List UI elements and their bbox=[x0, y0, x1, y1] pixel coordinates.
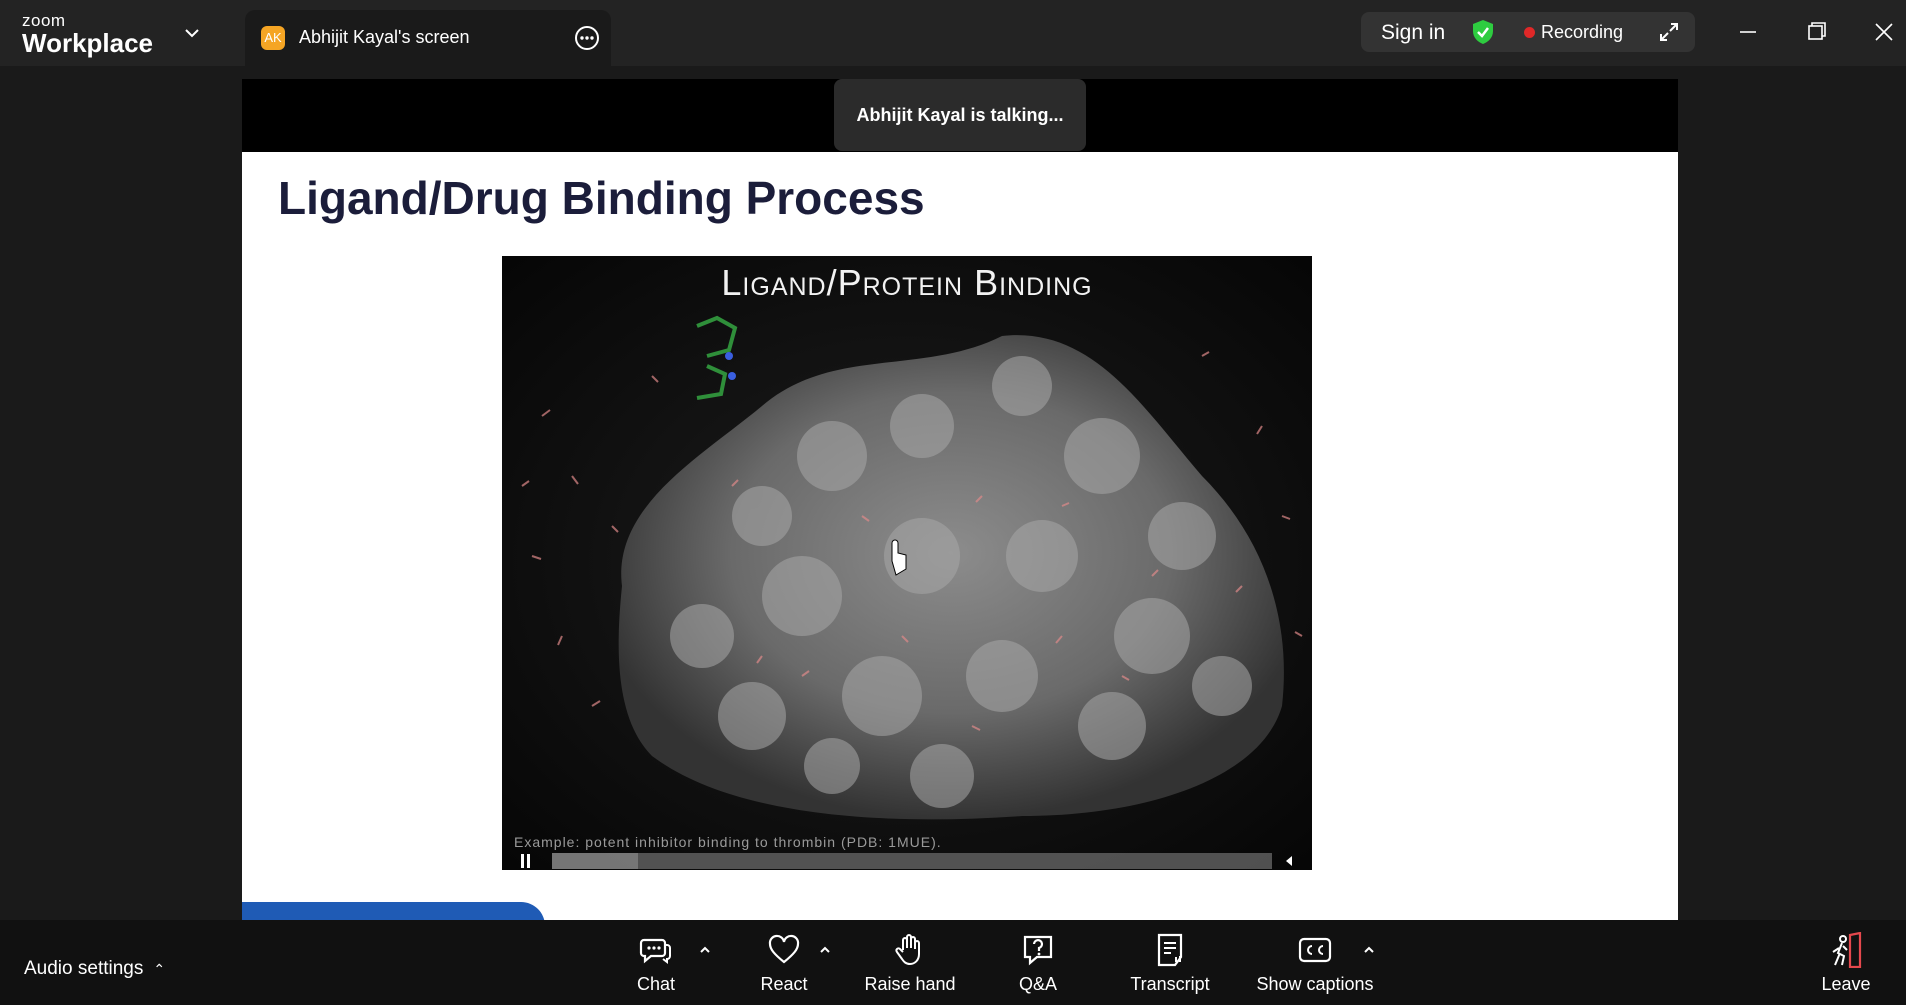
qa-label: Q&A bbox=[1018, 974, 1057, 994]
raise-hand-icon bbox=[895, 934, 920, 966]
minimize-icon[interactable] bbox=[1728, 14, 1768, 50]
encryption-shield-icon[interactable] bbox=[1469, 18, 1497, 46]
leave-icon bbox=[1832, 932, 1862, 968]
recording-indicator[interactable]: Recording bbox=[1541, 22, 1623, 43]
raise-hand-button[interactable]: Raise hand bbox=[860, 932, 960, 1002]
slide-title: Ligand/Drug Binding Process bbox=[278, 172, 925, 224]
meeting-toolbar: Audio settings ⌃ Chat React Raise hand Q&… bbox=[0, 920, 1906, 1005]
zoom-logo: zoom Workplace bbox=[22, 11, 172, 58]
restore-icon[interactable] bbox=[1796, 14, 1836, 50]
sign-in-button[interactable]: Sign in bbox=[1381, 21, 1445, 45]
leave-button[interactable]: Leave bbox=[1816, 932, 1876, 1002]
screen-share-tab[interactable]: AK Abhijit Kayal's screen bbox=[245, 10, 611, 67]
qa-icon bbox=[1023, 935, 1053, 966]
leave-label: Leave bbox=[1821, 974, 1871, 994]
recording-dot-icon bbox=[1524, 27, 1535, 38]
avatar: AK bbox=[261, 26, 285, 50]
video-progress-bar[interactable] bbox=[552, 853, 1272, 869]
video-progress-fill bbox=[552, 853, 639, 869]
closed-captions-icon bbox=[1298, 937, 1332, 963]
chevron-up-icon[interactable] bbox=[1361, 942, 1377, 958]
show-captions-label: Show captions bbox=[1256, 974, 1374, 994]
transcript-icon bbox=[1157, 933, 1183, 967]
brand-top: zoom bbox=[22, 11, 66, 30]
audio-settings-button[interactable]: Audio settings ⌃ bbox=[24, 958, 165, 980]
qa-button[interactable]: Q&A bbox=[1010, 932, 1066, 1002]
brand-bottom: Workplace bbox=[22, 28, 154, 58]
react-button[interactable]: React bbox=[752, 932, 816, 1002]
volume-icon[interactable] bbox=[1282, 854, 1296, 868]
speaker-notice: Abhijit Kayal is talking... bbox=[834, 79, 1086, 151]
expand-icon[interactable] bbox=[1657, 20, 1681, 44]
chevron-up-icon[interactable] bbox=[817, 942, 833, 958]
title-bar: zoom Workplace AK Abhijit Kayal's screen… bbox=[0, 0, 1906, 67]
screen-share-title: Abhijit Kayal's screen bbox=[299, 27, 470, 47]
chat-label: Chat bbox=[636, 974, 676, 994]
heart-icon bbox=[768, 934, 800, 964]
chevron-up-icon: ⌃ bbox=[153, 961, 166, 977]
transcript-label: Transcript bbox=[1130, 974, 1210, 994]
more-options-icon[interactable] bbox=[573, 24, 601, 52]
shared-screen: Ligand/Drug Binding Process Ligand/Prote… bbox=[242, 79, 1678, 921]
video-title: Ligand/Protein Binding bbox=[721, 262, 1093, 303]
slide-footer-tab bbox=[242, 902, 545, 921]
status-bar: Sign in Recording bbox=[1361, 12, 1695, 52]
chat-button[interactable]: Chat bbox=[628, 932, 684, 1002]
protein-surface-image bbox=[502, 256, 1312, 870]
chevron-down-icon[interactable] bbox=[180, 22, 204, 44]
pause-icon[interactable] bbox=[520, 854, 532, 868]
video-caption: Example: potent inhibitor binding to thr… bbox=[514, 834, 942, 850]
embedded-video[interactable]: Ligand/Protein Binding Example: potent i… bbox=[502, 256, 1312, 870]
react-label: React bbox=[760, 974, 808, 994]
raise-hand-label: Raise hand bbox=[864, 974, 956, 994]
audio-settings-label: Audio settings bbox=[24, 958, 144, 979]
chat-icon bbox=[639, 938, 671, 964]
close-icon[interactable] bbox=[1864, 14, 1904, 50]
transcript-button[interactable]: Transcript bbox=[1120, 932, 1220, 1002]
chevron-up-icon[interactable] bbox=[697, 942, 713, 958]
